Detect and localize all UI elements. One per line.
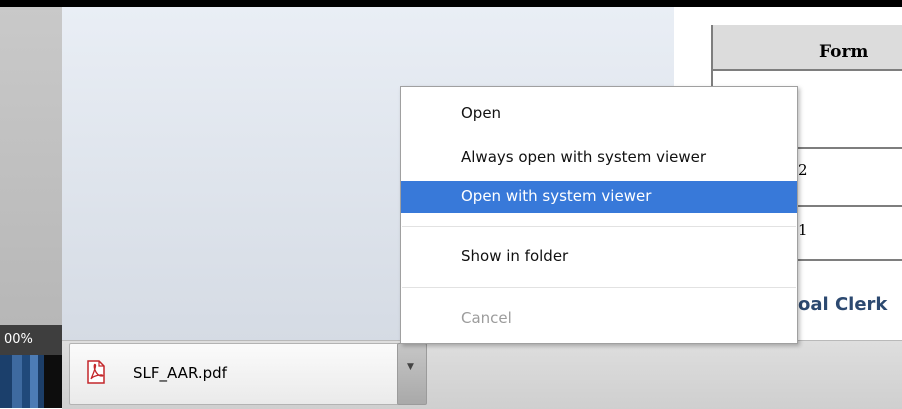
viewer-gutter: [0, 7, 62, 325]
table-cell: 2: [798, 161, 808, 179]
section-heading: oal Clerk: [798, 294, 888, 315]
menu-item-show-in-folder[interactable]: Show in folder: [401, 241, 797, 273]
menu-item-label: Open with system viewer: [461, 187, 652, 205]
top-rule: [0, 0, 902, 7]
menu-item-always-open-system-viewer[interactable]: Always open with system viewer: [401, 142, 797, 174]
menu-item-open[interactable]: Open: [401, 98, 797, 130]
download-menu-button[interactable]: ▼: [397, 343, 427, 405]
table-cell: 1: [798, 221, 808, 239]
zoom-level: 00%: [4, 332, 33, 347]
download-context-menu: Open Always open with system viewer Open…: [400, 86, 798, 344]
menu-separator: [402, 226, 796, 227]
menu-item-label: Show in folder: [461, 247, 569, 265]
page-thumbnails[interactable]: [0, 355, 62, 408]
download-filename: SLF_AAR.pdf: [133, 364, 227, 382]
menu-item-cancel[interactable]: Cancel: [401, 303, 797, 335]
download-item[interactable]: [69, 343, 399, 405]
menu-item-label: Open: [461, 104, 502, 122]
table-header: Form: [713, 25, 902, 71]
menu-separator: [402, 287, 796, 288]
menu-item-open-system-viewer[interactable]: Open with system viewer: [401, 181, 797, 213]
table-header-form: Form: [819, 42, 869, 62]
menu-item-label: Cancel: [461, 309, 512, 327]
menu-item-label: Always open with system viewer: [461, 148, 707, 166]
pdf-icon: [87, 360, 105, 384]
chevron-down-icon: ▼: [407, 362, 414, 372]
